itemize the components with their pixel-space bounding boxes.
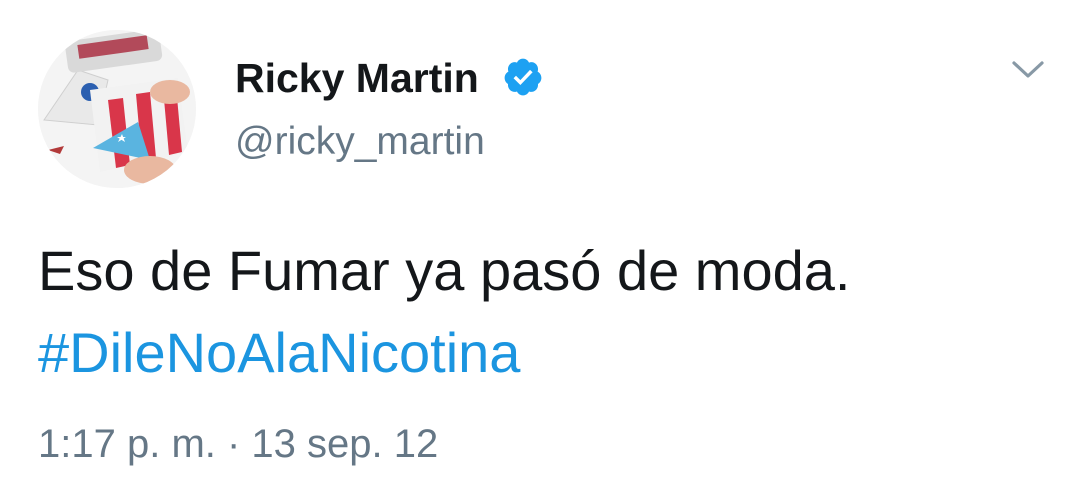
chevron-down-icon[interactable] bbox=[1006, 54, 1050, 84]
hashtag-link[interactable]: #DileNoAlaNicotina bbox=[38, 318, 520, 388]
verified-badge-icon bbox=[504, 58, 542, 96]
tweet-text: Eso de Fumar ya pasó de moda. bbox=[38, 239, 851, 302]
avatar[interactable] bbox=[38, 30, 196, 188]
tweet-timestamp[interactable]: 1:17 p. m. · 13 sep. 12 bbox=[38, 416, 438, 472]
tweet-card: Ricky Martin @ricky_martin Eso de Fumar … bbox=[0, 0, 1080, 499]
avatar-image bbox=[38, 30, 196, 188]
author-handle[interactable]: @ricky_martin bbox=[235, 117, 485, 167]
author-name[interactable]: Ricky Martin bbox=[235, 52, 479, 104]
